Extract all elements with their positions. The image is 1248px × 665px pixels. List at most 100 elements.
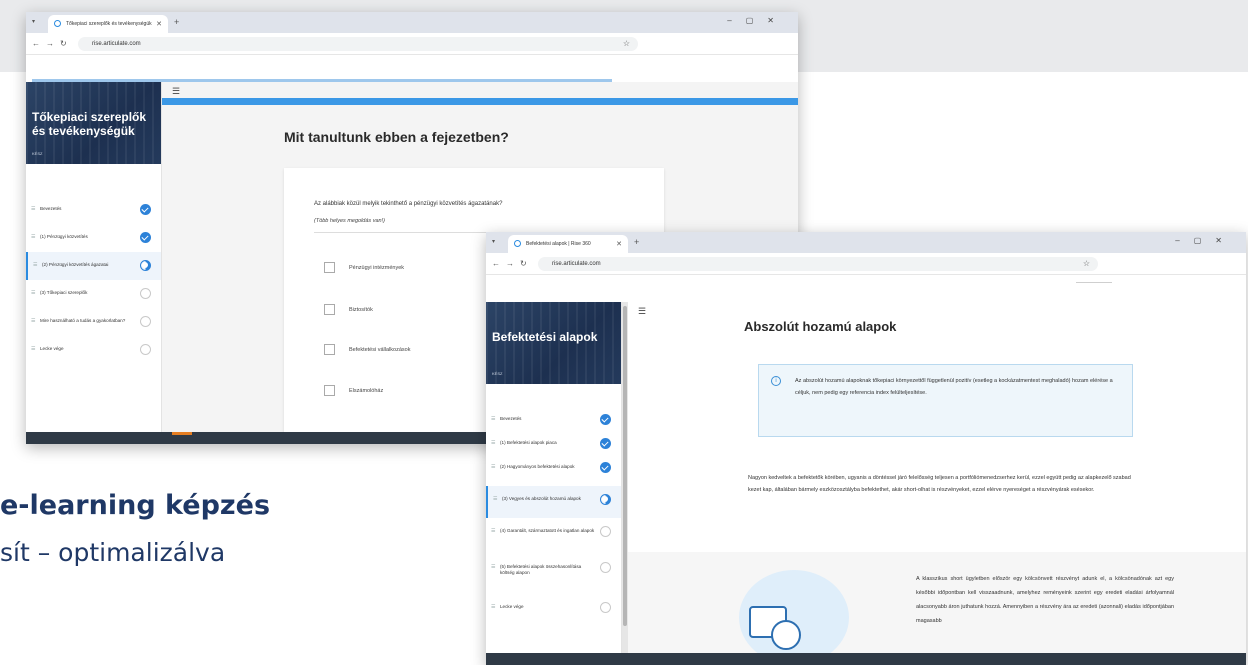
option-label: Biztosítók bbox=[349, 307, 373, 313]
lesson-item[interactable]: ☰ (2) Hagyományos befektetési alapok bbox=[486, 454, 621, 486]
lesson-icon: ☰ bbox=[31, 206, 36, 212]
lesson-item[interactable]: ☰ Bevezetés bbox=[486, 406, 621, 430]
calculator-clock-illustration bbox=[739, 570, 849, 665]
lesson-icon: ☰ bbox=[491, 528, 496, 534]
new-tab-icon[interactable]: + bbox=[174, 17, 179, 27]
info-icon: i bbox=[771, 376, 781, 386]
lesson-icon: ☰ bbox=[33, 262, 38, 268]
quiz-hint: (Több helyes megoldás van!) bbox=[314, 218, 385, 224]
window-controls[interactable]: –▢✕ bbox=[727, 16, 788, 25]
course-sidebar: Befektetési alapok KÉSZ ☰ Bevezetés ☰ (1) … bbox=[486, 302, 622, 653]
lesson-label: (3) Tőkepiaci szereplők bbox=[40, 290, 88, 295]
lesson-label: Bevezetés bbox=[40, 206, 62, 211]
menu-icon[interactable]: ☰ bbox=[638, 306, 646, 317]
lesson-label: Lecke vége bbox=[40, 346, 64, 351]
menu-icon[interactable]: ☰ bbox=[172, 86, 180, 97]
tagline-heading: e-learning képzés bbox=[0, 490, 271, 521]
browser-tab[interactable]: Befektetési alapok | Rise 360 ✕ bbox=[508, 235, 628, 253]
lesson-icon: ☰ bbox=[491, 416, 496, 422]
url-text: rise.articulate.com bbox=[552, 261, 601, 267]
lesson-paragraph: Nagyon kedveltek a befektetők körében, u… bbox=[748, 475, 1131, 493]
bookmark-star-icon[interactable]: ☆ bbox=[623, 39, 630, 48]
checkbox[interactable] bbox=[324, 262, 335, 273]
progress-line bbox=[1076, 282, 1112, 283]
stopwatch-icon bbox=[771, 620, 801, 650]
favicon-icon bbox=[514, 240, 521, 247]
lesson-item[interactable]: ☰ (1) Pénzügyi közvetítés bbox=[26, 224, 161, 252]
lesson-banner bbox=[162, 98, 798, 105]
tab-list-chevron-icon[interactable]: ▾ bbox=[32, 18, 35, 25]
lesson-label: (1) Befektetési alapok piaca bbox=[500, 440, 557, 445]
status-empty-icon bbox=[600, 526, 611, 537]
course-title: Tőkepiaci szereplők és tevékenységük bbox=[32, 110, 147, 138]
url-field[interactable]: rise.articulate.com ☆ bbox=[538, 257, 1098, 271]
tab-list-chevron-icon[interactable]: ▾ bbox=[492, 238, 495, 245]
option-label: Pénzügyi intézmények bbox=[349, 265, 405, 271]
status-in-progress-icon bbox=[140, 260, 151, 271]
lesson-label: (2) Pénzügyi közvetítés ágazatai bbox=[42, 262, 109, 267]
quiz-question: Az alábbiak közül melyik tekinthető a pé… bbox=[314, 201, 503, 207]
nav-buttons[interactable]: ←→↻ bbox=[32, 39, 73, 48]
tab-bar: ▾ Tőkepiaci szereplők és tevékenységük ✕… bbox=[26, 12, 798, 33]
lesson-item[interactable]: ☰ Lecke vége bbox=[486, 594, 621, 618]
tab-title: Tőkepiaci szereplők és tevékenységük bbox=[66, 21, 152, 27]
course-progress: KÉSZ bbox=[32, 151, 43, 156]
lesson-item[interactable]: ☰ Bevezetés bbox=[26, 196, 161, 224]
lesson-icon: ☰ bbox=[491, 464, 496, 470]
lesson-item[interactable]: ☰ (5) Befektetési alapok összehasonlítása… bbox=[486, 554, 621, 594]
lesson-item[interactable]: ☰ Lecke vége bbox=[26, 336, 161, 364]
browser-window-2: ▾ Befektetési alapok | Rise 360 ✕ + –▢✕ … bbox=[486, 232, 1246, 665]
checkbox[interactable] bbox=[324, 385, 335, 396]
address-bar: ←→↻ rise.articulate.com ☆ bbox=[486, 253, 1246, 275]
close-tab-icon[interactable]: ✕ bbox=[616, 240, 622, 248]
lesson-label: (3) Vegyes és abszolút hozamú alapok bbox=[502, 496, 581, 501]
lesson-item[interactable]: ☰ (3) Tőkepiaci szereplők bbox=[26, 280, 161, 308]
note-text: Az abszolút hozamú alapoknak tőkepiaci k… bbox=[795, 378, 1113, 396]
status-complete-icon bbox=[600, 462, 611, 473]
status-complete-icon bbox=[600, 438, 611, 449]
bookmark-star-icon[interactable]: ☆ bbox=[1083, 259, 1090, 268]
lesson-icon: ☰ bbox=[31, 318, 36, 324]
lesson-icon: ☰ bbox=[491, 564, 496, 570]
course-hero: Befektetési alapok KÉSZ bbox=[486, 302, 621, 384]
status-empty-icon bbox=[140, 288, 151, 299]
footer-accent bbox=[172, 432, 192, 435]
nav-buttons[interactable]: ←→↻ bbox=[492, 259, 533, 268]
quiz-option[interactable]: Pénzügyi intézmények bbox=[324, 262, 404, 274]
url-field[interactable]: rise.articulate.com ☆ bbox=[78, 37, 638, 51]
status-complete-icon bbox=[600, 414, 611, 425]
lesson-icon: ☰ bbox=[491, 440, 496, 446]
status-complete-icon bbox=[140, 204, 151, 215]
quiz-option[interactable]: Biztosítók bbox=[324, 304, 373, 316]
lesson-heading: Mit tanultunk ebben a fejezetben? bbox=[284, 129, 509, 145]
lesson-heading: Abszolút hozamú alapok bbox=[744, 319, 897, 334]
window-controls[interactable]: –▢✕ bbox=[1175, 236, 1236, 245]
url-text: rise.articulate.com bbox=[92, 41, 141, 47]
quiz-option[interactable]: Befektetési vállalkozások bbox=[324, 344, 410, 356]
browser-tab[interactable]: Tőkepiaci szereplők és tevékenységük ✕ bbox=[48, 15, 168, 33]
quiz-option[interactable]: Elszámolóház bbox=[324, 385, 383, 397]
lesson-item-active[interactable]: ☰ (3) Vegyes és abszolút hozamú alapok bbox=[486, 486, 621, 518]
lesson-icon: ☰ bbox=[31, 234, 36, 240]
status-in-progress-icon bbox=[600, 494, 611, 505]
tab-title: Befektetési alapok | Rise 360 bbox=[526, 241, 591, 247]
lesson-item[interactable]: ☰ (4) Garantált, származtatott és ingatla… bbox=[486, 518, 621, 554]
lesson-label: (2) Hagyományos befektetési alapok bbox=[500, 464, 575, 469]
lesson-item-active[interactable]: ☰ (2) Pénzügyi közvetítés ágazatai bbox=[26, 252, 161, 280]
new-tab-icon[interactable]: + bbox=[634, 237, 639, 247]
scrollbar-thumb[interactable] bbox=[623, 306, 627, 626]
lesson-item[interactable]: ☰ Mire használható a tudás a gyakorlatban… bbox=[26, 308, 161, 336]
lesson-label: (1) Pénzügyi közvetítés bbox=[40, 234, 88, 239]
lesson-icon: ☰ bbox=[31, 290, 36, 296]
lesson-list: ☰ Bevezetés ☰ (1) Befektetési alapok piaca… bbox=[486, 406, 621, 618]
checkbox[interactable] bbox=[324, 344, 335, 355]
favicon-icon bbox=[54, 20, 61, 27]
checkbox[interactable] bbox=[324, 304, 335, 315]
lesson-item[interactable]: ☰ (1) Befektetési alapok piaca bbox=[486, 430, 621, 454]
info-note: i Az abszolút hozamú alapoknak tőkepiaci… bbox=[758, 364, 1133, 437]
course-title: Befektetési alapok bbox=[492, 330, 598, 344]
lesson-icon: ☰ bbox=[31, 346, 36, 352]
status-empty-icon bbox=[600, 602, 611, 613]
close-tab-icon[interactable]: ✕ bbox=[156, 20, 162, 28]
status-empty-icon bbox=[140, 344, 151, 355]
